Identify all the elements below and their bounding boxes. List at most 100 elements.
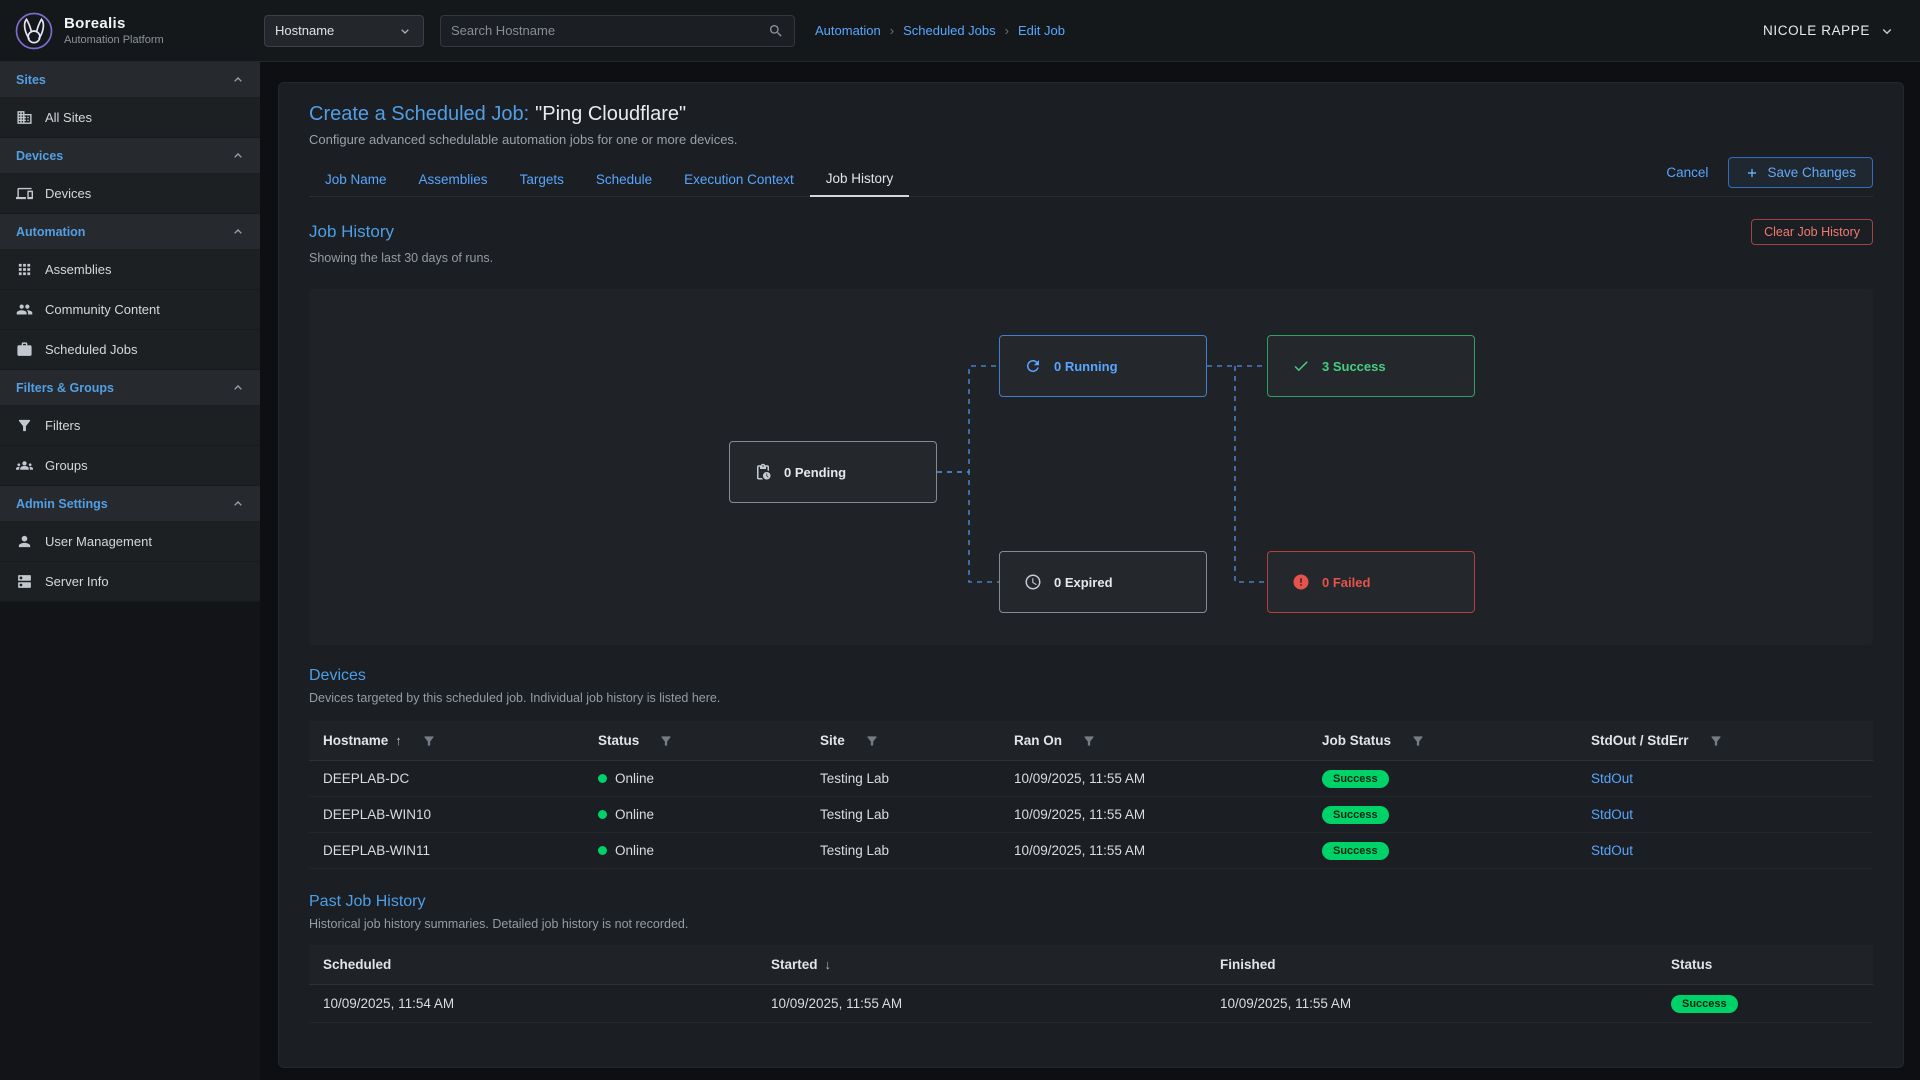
cell-site: Testing Lab <box>806 807 1000 822</box>
tab-job-name[interactable]: Job Name <box>309 163 403 196</box>
sidebar-item-label: Groups <box>45 458 88 473</box>
save-changes-button[interactable]: Save Changes <box>1728 157 1873 188</box>
breadcrumb-separator: › <box>1005 23 1009 38</box>
chevron-down-icon <box>1878 22 1896 40</box>
col-label: Ran On <box>1014 733 1062 748</box>
sidebar-item-assemblies[interactable]: Assemblies <box>0 250 260 290</box>
sort-descending-icon: ↓ <box>825 957 832 972</box>
col-status-header[interactable]: Status <box>1657 957 1873 972</box>
breadcrumb-edit-job[interactable]: Edit Job <box>1018 23 1065 38</box>
user-name: NICOLE RAPPE <box>1763 23 1870 38</box>
content-area: Create a Scheduled Job:"Ping Cloudflare"… <box>260 62 1920 1080</box>
flow-node-success: 3 Success <box>1267 335 1475 397</box>
col-label: Finished <box>1220 957 1276 972</box>
chevron-up-icon <box>230 380 246 396</box>
sidebar-item-filters[interactable]: Filters <box>0 406 260 446</box>
sidebar-item-label: Community Content <box>45 302 160 317</box>
cell-ran-on: 10/09/2025, 11:55 AM <box>1000 843 1308 858</box>
sidebar-item-label: All Sites <box>45 110 92 125</box>
col-scheduled-header[interactable]: Scheduled <box>309 957 757 972</box>
sidebar-section-devices[interactable]: Devices <box>0 138 260 174</box>
cell-status: Online <box>584 807 806 822</box>
brand-logo[interactable]: Borealis Automation Platform <box>0 11 260 51</box>
tab-schedule[interactable]: Schedule <box>580 163 668 196</box>
flow-node-failed: 0 Failed <box>1267 551 1475 613</box>
status-badge: Success <box>1671 995 1738 1013</box>
search-icon[interactable] <box>768 23 784 39</box>
col-ran-on-header[interactable]: Ran On <box>1000 733 1308 748</box>
chevron-up-icon <box>230 224 246 240</box>
cell-site: Testing Lab <box>806 843 1000 858</box>
col-site-header[interactable]: Site <box>806 733 1000 748</box>
stdout-link[interactable]: StdOut <box>1591 807 1633 822</box>
plus-icon <box>1745 166 1759 180</box>
search-input[interactable] <box>451 23 768 38</box>
brand-title: Borealis <box>64 15 164 32</box>
job-history-header-row: Job History Clear Job History <box>309 219 1873 245</box>
breadcrumb-automation[interactable]: Automation <box>815 23 881 38</box>
flow-node-running-label: 0 Running <box>1054 359 1118 374</box>
clock-icon <box>1024 573 1042 591</box>
status-text: Online <box>615 807 654 822</box>
filter-icon[interactable] <box>659 734 673 748</box>
people-icon <box>16 301 33 318</box>
col-started-header[interactable]: Started ↓ <box>757 957 1206 972</box>
stdout-link[interactable]: StdOut <box>1591 771 1633 786</box>
cell-job-status: Success <box>1308 770 1577 788</box>
chevron-up-icon <box>230 148 246 164</box>
pending-clipboard-icon <box>754 463 772 481</box>
sort-ascending-icon: ↑ <box>395 733 402 748</box>
sidebar-item-user-management[interactable]: User Management <box>0 522 260 562</box>
past-history-heading: Past Job History <box>309 893 1873 911</box>
col-hostname-header[interactable]: Hostname ↑ <box>309 733 584 748</box>
sidebar-item-scheduled-jobs[interactable]: Scheduled Jobs <box>0 330 260 370</box>
flow-node-pending-label: 0 Pending <box>784 465 846 480</box>
device-row: DEEPLAB-DC Online Testing Lab 10/09/2025… <box>309 761 1873 797</box>
online-dot-icon <box>598 810 607 819</box>
sidebar-section-filters-groups[interactable]: Filters & Groups <box>0 370 260 406</box>
sidebar-item-server-info[interactable]: Server Info <box>0 562 260 602</box>
breadcrumb-separator: › <box>890 23 894 38</box>
col-status-header[interactable]: Status <box>584 733 806 748</box>
tab-assemblies[interactable]: Assemblies <box>403 163 504 196</box>
sidebar-item-community-content[interactable]: Community Content <box>0 290 260 330</box>
filter-icon[interactable] <box>1082 734 1096 748</box>
sidebar-section-automation[interactable]: Automation <box>0 214 260 250</box>
past-history-table: Scheduled Started ↓ Finished Status 10/0… <box>309 945 1873 1023</box>
tab-job-history[interactable]: Job History <box>810 162 910 197</box>
col-finished-header[interactable]: Finished <box>1206 957 1657 972</box>
filter-icon[interactable] <box>1709 734 1723 748</box>
tab-execution-context[interactable]: Execution Context <box>668 163 810 196</box>
breadcrumb-scheduled-jobs[interactable]: Scheduled Jobs <box>903 23 996 38</box>
sidebar-item-label: Filters <box>45 418 80 433</box>
online-dot-icon <box>598 846 607 855</box>
sidebar-section-sites[interactable]: Sites <box>0 62 260 98</box>
devices-table: Hostname ↑ Status Site Ran On <box>309 721 1873 869</box>
stdout-link[interactable]: StdOut <box>1591 843 1633 858</box>
sidebar-item-groups[interactable]: Groups <box>0 446 260 486</box>
breadcrumb: Automation › Scheduled Jobs › Edit Job <box>815 23 1065 38</box>
sidebar-item-devices[interactable]: Devices <box>0 174 260 214</box>
tab-targets[interactable]: Targets <box>504 163 580 196</box>
col-label: Site <box>820 733 845 748</box>
clear-job-history-button[interactable]: Clear Job History <box>1751 219 1873 245</box>
cancel-button[interactable]: Cancel <box>1666 165 1708 180</box>
main-layout: Sites All Sites Devices Devices Automati… <box>0 62 1920 1080</box>
user-menu[interactable]: NICOLE RAPPE <box>1763 22 1896 40</box>
filter-icon[interactable] <box>422 734 436 748</box>
devices-header-row: Devices <box>309 667 1873 685</box>
sidebar-item-all-sites[interactable]: All Sites <box>0 98 260 138</box>
col-job-status-header[interactable]: Job Status <box>1308 733 1577 748</box>
filter-icon <box>16 417 33 434</box>
filter-icon[interactable] <box>1411 734 1425 748</box>
cell-job-status: Success <box>1308 842 1577 860</box>
col-stdout-header[interactable]: StdOut / StdErr <box>1577 733 1873 748</box>
col-label: Status <box>1671 957 1712 972</box>
flow-node-expired: 0 Expired <box>999 551 1207 613</box>
filter-icon[interactable] <box>865 734 879 748</box>
hostname-select[interactable]: Hostname <box>264 15 424 47</box>
sidebar-section-admin-settings[interactable]: Admin Settings <box>0 486 260 522</box>
flow-node-success-label: 3 Success <box>1322 359 1386 374</box>
page-title: Create a Scheduled Job:"Ping Cloudflare" <box>309 103 1873 126</box>
status-badge: Success <box>1322 806 1389 824</box>
